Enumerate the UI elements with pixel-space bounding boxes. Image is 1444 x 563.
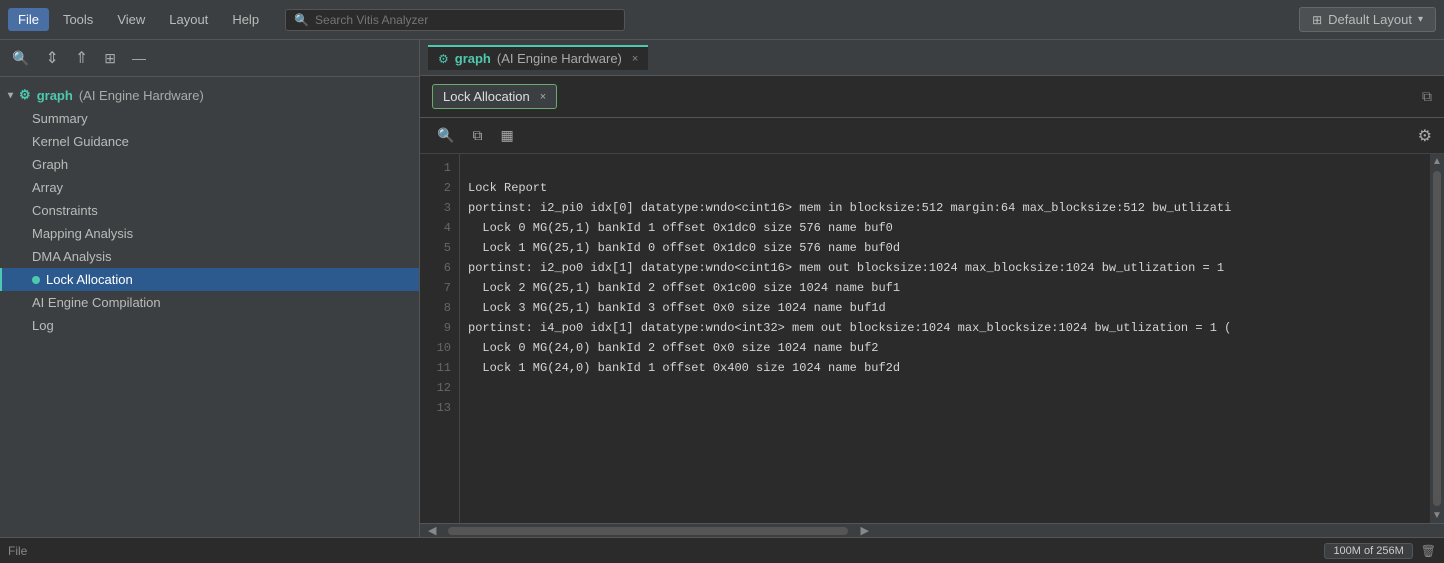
sidebar-item-graph[interactable]: Graph xyxy=(0,153,419,176)
tab-label: graph xyxy=(455,51,491,66)
menu-help[interactable]: Help xyxy=(222,8,269,31)
sidebar-item-array[interactable]: Array xyxy=(0,176,419,199)
tree-group-graph[interactable]: ▾ ⚙ graph (AI Engine Hardware) xyxy=(0,83,419,107)
scroll-left-arrow[interactable]: ◀ xyxy=(424,523,440,537)
lock-copy-btn[interactable]: ⧉ xyxy=(467,124,487,147)
lock-search-btn[interactable]: 🔍 xyxy=(432,124,459,147)
tab-close-btn[interactable]: × xyxy=(632,53,638,65)
sidebar-item-constraints[interactable]: Constraints xyxy=(0,199,419,222)
search-sidebar-btn[interactable]: 🔍 xyxy=(8,48,33,69)
lock-allocation-tab-close[interactable]: × xyxy=(540,91,546,103)
tree-root: ▾ ⚙ graph (AI Engine Hardware) Summary K… xyxy=(0,77,419,537)
search-icon: 🔍 xyxy=(294,13,309,27)
sidebar-item-log[interactable]: Log xyxy=(0,314,419,337)
gear-icon: ⚙ xyxy=(19,87,31,103)
layout-button[interactable]: ⊞ Default Layout ▾ xyxy=(1299,7,1436,32)
scroll-thumb-vertical[interactable] xyxy=(1433,171,1441,506)
sidebar: 🔍 ⇕ ⇑ ⊞ — ▾ ⚙ graph (AI Engine Hardware)… xyxy=(0,40,420,537)
trash-icon[interactable]: 🗑 xyxy=(1421,544,1436,558)
code-content: 1 2 3 4 5 6 7 8 9 10 11 12 13 Lock xyxy=(420,154,1444,523)
tab-subtitle: (AI Engine Hardware) xyxy=(497,51,622,66)
scroll-thumb-horizontal[interactable] xyxy=(448,527,848,535)
code-viewer: 1 2 3 4 5 6 7 8 9 10 11 12 13 Lock xyxy=(420,154,1444,537)
menu-view[interactable]: View xyxy=(107,8,155,31)
search-bar[interactable]: 🔍 xyxy=(285,9,625,31)
chevron-down-icon: ▾ xyxy=(1418,14,1423,25)
expand-all-btn[interactable]: ⇑ xyxy=(71,46,92,70)
scroll-right-arrow[interactable]: ▶ xyxy=(856,523,872,537)
tree-group-label-text: graph xyxy=(37,88,73,103)
lock-panel-header: Lock Allocation × ⧉ xyxy=(420,76,1444,118)
sidebar-item-kernel-guidance[interactable]: Kernel Guidance xyxy=(0,130,419,153)
main-content: 🔍 ⇕ ⇑ ⊞ — ▾ ⚙ graph (AI Engine Hardware)… xyxy=(0,40,1444,537)
sidebar-item-lock-allocation-label: Lock Allocation xyxy=(46,272,133,287)
sidebar-item-lock-allocation[interactable]: Lock Allocation xyxy=(0,268,419,291)
collapse-all-btn[interactable]: ⇕ xyxy=(41,46,62,70)
menu-file[interactable]: File xyxy=(8,8,49,31)
menu-tools[interactable]: Tools xyxy=(53,8,103,31)
layout-icon: ⊞ xyxy=(1312,13,1322,27)
editor-tab-bar: ⚙ graph (AI Engine Hardware) × xyxy=(420,40,1444,76)
scroll-down-arrow[interactable]: ▼ xyxy=(1430,508,1444,523)
editor-tab-graph[interactable]: ⚙ graph (AI Engine Hardware) × xyxy=(428,45,648,70)
sidebar-toolbar: 🔍 ⇕ ⇑ ⊞ — xyxy=(0,40,419,77)
active-indicator xyxy=(32,276,40,284)
link-btn[interactable]: ⊞ xyxy=(100,48,120,69)
lock-toolbar: 🔍 ⧉ ▦ ⚙ xyxy=(420,118,1444,154)
external-link-icon[interactable]: ⧉ xyxy=(1422,88,1432,105)
line-numbers: 1 2 3 4 5 6 7 8 9 10 11 12 13 xyxy=(420,154,460,523)
lock-grid-btn[interactable]: ▦ xyxy=(495,124,518,147)
sidebar-item-mapping-analysis[interactable]: Mapping Analysis xyxy=(0,222,419,245)
tree-group-subtitle: (AI Engine Hardware) xyxy=(79,88,204,103)
search-input[interactable] xyxy=(315,13,616,27)
minimize-btn[interactable]: — xyxy=(128,48,150,68)
menubar: File Tools View Layout Help 🔍 ⊞ Default … xyxy=(0,0,1444,40)
code-lines[interactable]: Lock Report portinst: i2_pi0 idx[0] data… xyxy=(460,154,1430,523)
tab-gear-icon: ⚙ xyxy=(438,52,449,66)
lock-panel: Lock Allocation × ⧉ 🔍 ⧉ ▦ ⚙ 1 2 3 xyxy=(420,76,1444,537)
sidebar-item-ai-engine-compilation[interactable]: AI Engine Compilation xyxy=(0,291,419,314)
statusbar: File 100M of 256M 🗑 xyxy=(0,537,1444,563)
statusbar-file-label: File xyxy=(8,544,27,558)
vertical-scrollbar[interactable]: ▲ ▼ xyxy=(1430,154,1444,523)
layout-label: Default Layout xyxy=(1328,12,1412,27)
horizontal-scrollbar[interactable]: ◀ ▶ xyxy=(420,523,1444,537)
scroll-up-arrow[interactable]: ▲ xyxy=(1430,154,1444,169)
editor-area: ⚙ graph (AI Engine Hardware) × Lock Allo… xyxy=(420,40,1444,537)
chevron-down-icon: ▾ xyxy=(8,90,13,101)
sidebar-item-summary[interactable]: Summary xyxy=(0,107,419,130)
lock-settings-btn[interactable]: ⚙ xyxy=(1418,126,1432,146)
memory-usage-badge: 100M of 256M xyxy=(1324,543,1412,559)
statusbar-right: 100M of 256M 🗑 xyxy=(1324,543,1436,559)
lock-allocation-tab[interactable]: Lock Allocation × xyxy=(432,84,557,109)
sidebar-item-dma-analysis[interactable]: DMA Analysis xyxy=(0,245,419,268)
lock-allocation-tab-label: Lock Allocation xyxy=(443,89,530,104)
menu-layout[interactable]: Layout xyxy=(159,8,218,31)
